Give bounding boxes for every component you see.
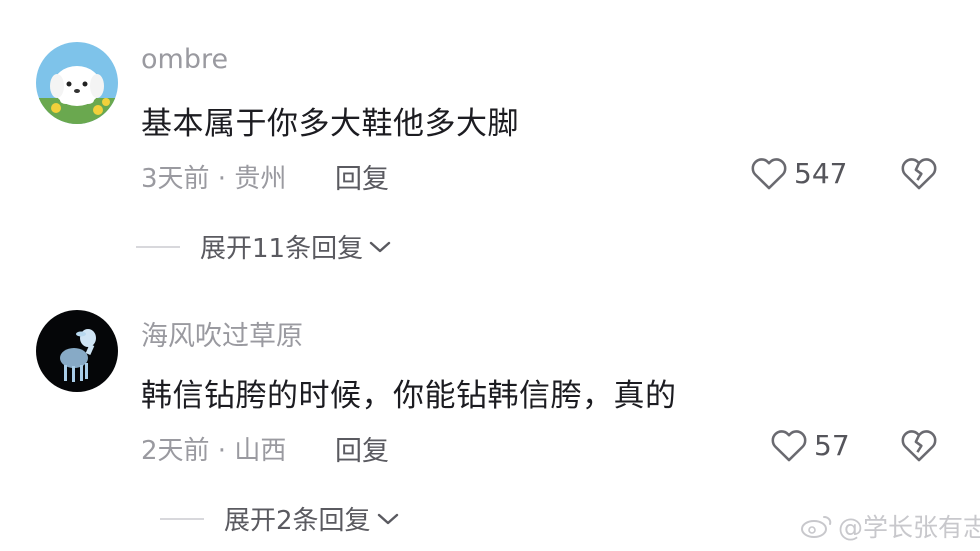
heart-outline-icon [751,158,787,190]
divider-line [160,517,204,520]
like-count: 57 [814,428,850,462]
watermark-text: @学长张有志 [838,513,980,542]
comment-text: 基本属于你多大鞋他多大脚 [141,106,519,142]
lamb-avatar-image [36,310,118,392]
expand-replies-button[interactable]: 展开11条回复 [136,228,391,265]
weibo-logo-icon [801,516,832,538]
dislike-button[interactable] [900,427,938,467]
divider-line [136,245,180,248]
chevron-down-icon [377,513,398,524]
username[interactable]: 海风吹过草原 [141,314,303,353]
dislike-button[interactable] [900,155,938,195]
dog-avatar-image [36,42,118,124]
heart-outline-icon [771,430,807,462]
expand-replies-label: 展开11条回复 [200,234,364,264]
comment-meta: 2天前 · 山西 [141,436,287,466]
broken-heart-icon [901,430,937,462]
like-button[interactable]: 547 [750,155,847,191]
like-count: 547 [794,156,848,190]
comment-text: 韩信钻胯的时候，你能钻韩信胯，真的 [141,378,677,414]
broken-heart-icon [901,158,937,190]
username[interactable]: ombre [141,44,228,75]
expand-replies-button[interactable]: 展开2条回复 [160,500,399,537]
comment-meta: 3天前 · 贵州 [141,164,287,194]
avatar[interactable] [36,42,118,124]
avatar[interactable] [36,310,118,392]
like-button[interactable]: 57 [770,427,850,463]
reply-button[interactable]: 回复 [335,429,389,468]
watermark: @学长张有志 [800,508,980,544]
reply-button[interactable]: 回复 [335,157,389,196]
chevron-down-icon [369,241,391,252]
expand-replies-label: 展开2条回复 [224,506,371,536]
